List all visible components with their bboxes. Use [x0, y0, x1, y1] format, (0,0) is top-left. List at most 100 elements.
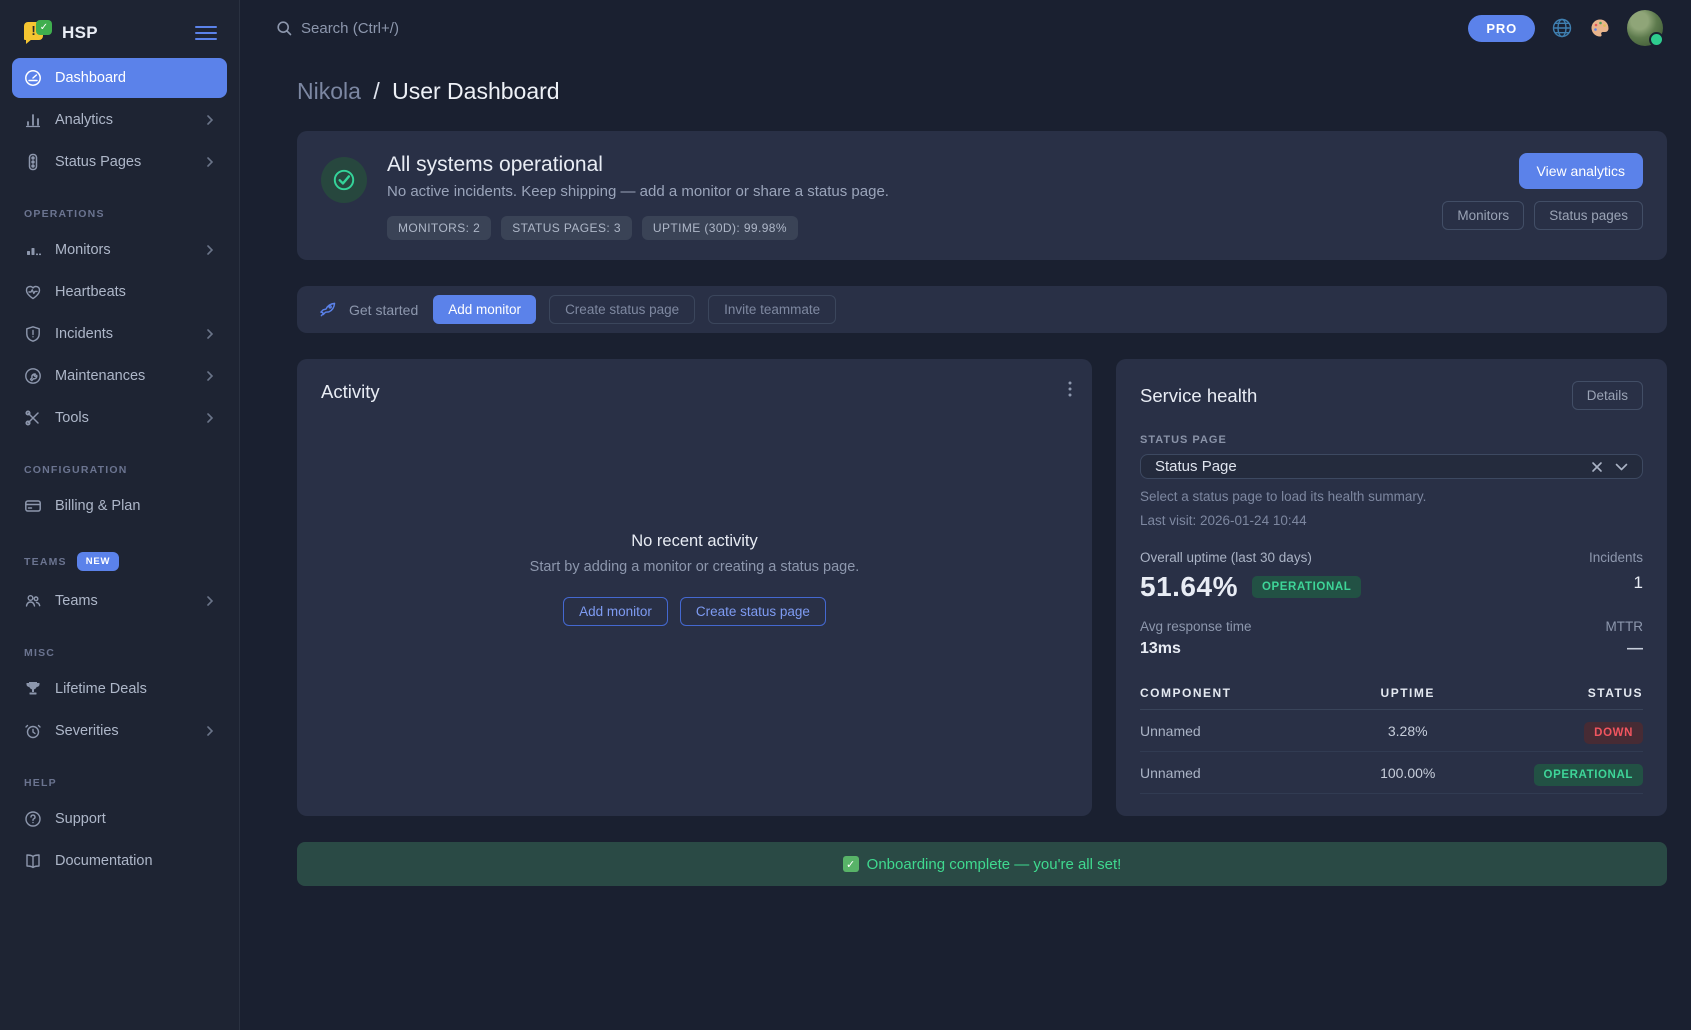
col-uptime: UPTIME — [1327, 686, 1489, 700]
clear-selection-icon[interactable] — [1591, 461, 1603, 473]
status-page-select[interactable]: Status Page — [1140, 454, 1643, 479]
component-table: COMPONENT UPTIME STATUS Unnamed 3.28% DO… — [1140, 676, 1643, 794]
sidebar-section-configuration: CONFIGURATION — [24, 464, 215, 476]
sidebar-item-label: Tools — [55, 410, 205, 426]
component-name: Unnamed — [1140, 723, 1327, 739]
sidebar-item-documentation[interactable]: Documentation — [12, 841, 227, 881]
last-visit-text: Last visit: 2026-01-24 10:44 — [1140, 513, 1643, 528]
global-search[interactable] — [276, 20, 1468, 37]
stat-chip-uptime: UPTIME (30D): 99.98% — [642, 216, 798, 240]
component-uptime: 100.00% — [1327, 765, 1489, 781]
sidebar-item-dashboard[interactable]: Dashboard — [12, 58, 227, 98]
onboarding-banner: ✓ Onboarding complete — you're all set! — [297, 842, 1667, 886]
sidebar-item-label: Heartbeats — [55, 284, 215, 300]
kebab-menu-icon[interactable] — [1068, 381, 1072, 397]
avg-response-label: Avg response time — [1140, 619, 1252, 634]
service-health-title: Service health — [1140, 385, 1257, 407]
menu-toggle-icon[interactable] — [195, 22, 217, 44]
breadcrumb-current: User Dashboard — [392, 78, 559, 104]
sidebar-item-label: Documentation — [55, 853, 215, 869]
add-monitor-button[interactable]: Add monitor — [433, 295, 536, 324]
monitors-button[interactable]: Monitors — [1442, 201, 1524, 230]
sidebar-item-label: Dashboard — [55, 70, 215, 86]
sidebar-item-label: Support — [55, 811, 215, 827]
sidebar-item-tools[interactable]: Tools — [12, 398, 227, 438]
logo-row: !✓ HSP — [12, 14, 227, 56]
create-status-page-button[interactable]: Create status page — [549, 295, 695, 324]
sidebar-item-label: Billing & Plan — [55, 498, 215, 514]
status-page-select-value: Status Page — [1155, 458, 1591, 475]
empty-create-status-page-button[interactable]: Create status page — [680, 597, 826, 626]
app-title: HSP — [62, 23, 195, 43]
breadcrumb-parent[interactable]: Nikola — [297, 78, 361, 104]
col-component: COMPONENT — [1140, 686, 1327, 700]
sidebar-item-maintenances[interactable]: Maintenances — [12, 356, 227, 396]
search-icon — [276, 20, 293, 37]
stat-chip-status-pages: STATUS PAGES: 3 — [501, 216, 632, 240]
status-badge: OPERATIONAL — [1534, 764, 1643, 786]
chevron-right-icon — [205, 245, 215, 255]
avg-response-value: 13ms — [1140, 640, 1252, 658]
plan-badge[interactable]: PRO — [1468, 15, 1535, 42]
sidebar-section-operations: OPERATIONS — [24, 208, 215, 220]
sidebar-item-label: Monitors — [55, 242, 205, 258]
sidebar-section-help: HELP — [24, 777, 215, 789]
uptime-value: 51.64% — [1140, 571, 1238, 603]
chevron-right-icon — [205, 329, 215, 339]
table-row[interactable]: Unnamed 3.28% DOWN — [1140, 710, 1643, 752]
traffic-light-icon — [24, 153, 42, 171]
topbar-actions: PRO — [1468, 10, 1663, 46]
search-input[interactable] — [301, 20, 601, 37]
book-icon — [24, 852, 42, 870]
chevron-right-icon — [205, 371, 215, 381]
maintenance-gear-icon — [24, 367, 42, 385]
sidebar-item-lifetime-deals[interactable]: Lifetime Deals — [12, 669, 227, 709]
chevron-down-icon[interactable] — [1615, 463, 1628, 471]
sidebar-item-billing[interactable]: Billing & Plan — [12, 486, 227, 526]
status-pages-button[interactable]: Status pages — [1534, 201, 1643, 230]
sidebar-item-support[interactable]: Support — [12, 799, 227, 839]
sidebar-section-label: TEAMS — [24, 556, 67, 568]
table-row[interactable]: Unnamed 100.00% OPERATIONAL — [1140, 752, 1643, 794]
theme-palette-icon[interactable] — [1589, 17, 1611, 39]
monitors-chart-icon — [24, 241, 42, 259]
sidebar-item-severities[interactable]: Severities — [12, 711, 227, 751]
heartbeat-icon — [24, 283, 42, 301]
sidebar-item-analytics[interactable]: Analytics — [12, 100, 227, 140]
sidebar-item-label: Status Pages — [55, 154, 205, 170]
hero-subtitle: No active incidents. Keep shipping — add… — [387, 183, 889, 200]
empty-add-monitor-button[interactable]: Add monitor — [563, 597, 668, 626]
activity-empty-state: No recent activity Start by adding a mon… — [321, 363, 1068, 794]
sidebar-item-heartbeats[interactable]: Heartbeats — [12, 272, 227, 312]
chevron-right-icon — [205, 596, 215, 606]
language-globe-icon[interactable] — [1551, 17, 1573, 39]
breadcrumb: Nikola / User Dashboard — [297, 78, 1667, 105]
user-avatar[interactable] — [1627, 10, 1663, 46]
service-health-card: Service health Details STATUS PAGE Statu… — [1116, 359, 1667, 816]
gauge-icon — [24, 69, 42, 87]
table-header-row: COMPONENT UPTIME STATUS — [1140, 676, 1643, 710]
sidebar-item-monitors[interactable]: Monitors — [12, 230, 227, 270]
chevron-right-icon — [205, 413, 215, 423]
sidebar-item-label: Teams — [55, 593, 205, 609]
invite-teammate-button[interactable]: Invite teammate — [708, 295, 836, 324]
sidebar-item-label: Severities — [55, 723, 205, 739]
details-button[interactable]: Details — [1572, 381, 1643, 410]
sidebar-item-incidents[interactable]: Incidents — [12, 314, 227, 354]
sidebar-item-teams[interactable]: Teams — [12, 581, 227, 621]
select-helper-text: Select a status page to load its health … — [1140, 489, 1643, 504]
sidebar-item-label: Maintenances — [55, 368, 205, 384]
chevron-right-icon — [205, 726, 215, 736]
sidebar-section-misc: MISC — [24, 647, 215, 659]
alarm-clock-icon — [24, 722, 42, 740]
chevron-right-icon — [205, 157, 215, 167]
uptime-label: Overall uptime (last 30 days) — [1140, 550, 1361, 565]
view-analytics-button[interactable]: View analytics — [1519, 153, 1643, 189]
sidebar-section-teams: TEAMS NEW — [24, 552, 215, 571]
get-started-bar: Get started Add monitor Create status pa… — [297, 286, 1667, 333]
trophy-icon — [24, 680, 42, 698]
sidebar-item-status-pages[interactable]: Status Pages — [12, 142, 227, 182]
chevron-right-icon — [205, 115, 215, 125]
mttr-value: — — [1606, 640, 1644, 658]
hero-title: All systems operational — [387, 153, 889, 177]
